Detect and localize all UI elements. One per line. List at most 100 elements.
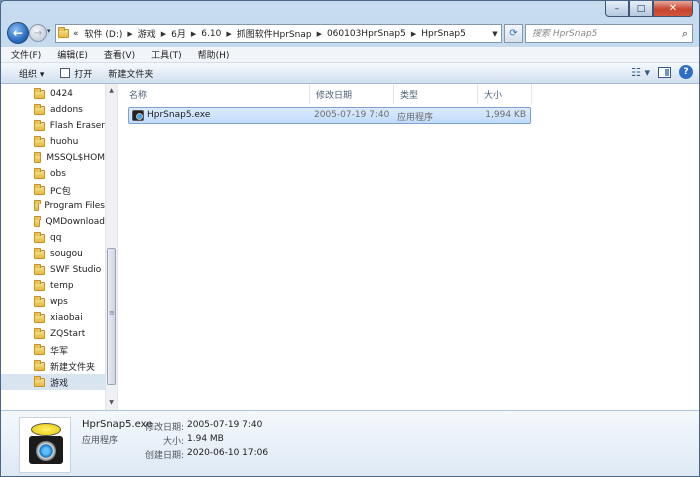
scroll-up-icon[interactable]: ▲ <box>106 84 117 96</box>
open-label: 打开 <box>74 69 93 80</box>
scroll-down-icon[interactable]: ▼ <box>106 396 117 408</box>
folder-icon <box>34 119 45 131</box>
tree-item-label: 游戏 <box>50 378 69 389</box>
scroll-thumb[interactable] <box>107 248 116 385</box>
search-input[interactable] <box>532 28 672 39</box>
menu-tools[interactable]: 工具(T) <box>141 48 188 61</box>
breadcrumb-separator-icon[interactable]: ▶ <box>189 30 198 38</box>
column-header-label: 大小 <box>484 90 503 101</box>
file-modified: 2005-07-19 7:40 <box>314 110 390 120</box>
details-created-label: 创建日期: <box>144 451 184 461</box>
folder-icon <box>34 359 45 371</box>
breadcrumb-games[interactable]: 游戏 <box>135 27 159 40</box>
column-header-modified[interactable]: 修改日期 <box>310 84 394 104</box>
maximize-button[interactable]: □ <box>629 1 653 17</box>
file-name: HprSnap5.exe <box>147 110 211 120</box>
tree-item-xiaobai[interactable]: xiaobai <box>1 310 105 326</box>
address-row: ← → ▾ « 软件 (D:) ▶ 游戏 ▶ 6月 ▶ 6.10 ▶ 抓图软件H… <box>1 19 699 47</box>
breadcrumb-separator-icon[interactable]: ▶ <box>409 30 418 38</box>
breadcrumb-drive[interactable]: 软件 (D:) <box>82 27 126 40</box>
recent-pages-dropdown[interactable]: ▾ <box>47 27 51 35</box>
tree-item-label: obs <box>50 169 66 179</box>
change-view-icon[interactable]: ☷ ▾ <box>631 66 650 79</box>
tree-item-addons[interactable]: addons <box>1 102 105 118</box>
nav-scrollbar[interactable]: ▲ ▼ <box>105 84 117 410</box>
breadcrumb-separator-icon[interactable]: ▶ <box>315 30 324 38</box>
tree-item-obs[interactable]: obs <box>1 166 105 182</box>
tree-item-sougou[interactable]: sougou <box>1 246 105 262</box>
tree-item-label: PC包 <box>50 186 71 197</box>
back-arrow-icon: ← <box>12 26 24 40</box>
open-button[interactable]: 打开 <box>52 63 100 84</box>
file-row[interactable]: HprSnap5.exe 2005-07-19 7:40 应用程序 1,994 … <box>128 107 531 124</box>
menu-view[interactable]: 查看(V) <box>94 48 141 61</box>
tree-item-label: SWF Studio <box>50 265 102 275</box>
toolbar-right: ☷ ▾ ? <box>631 65 693 79</box>
tree-item-label: QMDownload <box>45 217 105 227</box>
breadcrumb-6-10[interactable]: 6.10 <box>198 29 224 39</box>
back-button[interactable]: ← <box>7 22 29 44</box>
tree-item-temp[interactable]: temp <box>1 278 105 294</box>
tree-item-program-files[interactable]: Program Files <box>1 198 105 214</box>
preview-pane-icon[interactable] <box>658 66 671 78</box>
column-header-type[interactable]: 类型 <box>394 84 478 104</box>
tree-item-wps[interactable]: wps <box>1 294 105 310</box>
breadcrumb-separator-icon[interactable]: ▶ <box>125 30 134 38</box>
tree-item-zqstart[interactable]: ZQStart <box>1 326 105 342</box>
organize-button[interactable]: 组织 ▾ <box>1 63 52 84</box>
tree-item-huajun[interactable]: 华军 <box>1 342 105 358</box>
refresh-icon: ⟳ <box>509 28 518 39</box>
menu-file[interactable]: 文件(F) <box>1 48 47 61</box>
tree-item-pc-bao[interactable]: PC包 <box>1 182 105 198</box>
organize-label: 组织 ▾ <box>19 69 45 80</box>
folder-icon <box>58 27 69 38</box>
tree-item-label: sougou <box>50 249 83 259</box>
breadcrumb-060103hprsnap5[interactable]: 060103HprSnap5 <box>324 29 409 39</box>
folder-icon <box>34 311 45 323</box>
folder-icon <box>34 151 42 163</box>
folder-icon <box>34 247 45 259</box>
tree-item-label: xiaobai <box>50 313 83 323</box>
column-header-name[interactable]: 名称 <box>123 84 310 104</box>
tree-item-games[interactable]: 游戏 <box>1 374 105 390</box>
column-header-label: 修改日期 <box>316 90 353 101</box>
new-folder-button[interactable]: 新建文件夹 <box>100 63 161 84</box>
tree-item-mssql[interactable]: MSSQL$HOM <box>1 150 105 166</box>
address-bar[interactable]: « 软件 (D:) ▶ 游戏 ▶ 6月 ▶ 6.10 ▶ 抓图软件HprSnap… <box>55 24 502 43</box>
breadcrumb-hprsnap5[interactable]: HprSnap5 <box>418 29 469 39</box>
tree-item-swf-studio[interactable]: SWF Studio <box>1 262 105 278</box>
column-header-size[interactable]: 大小 <box>478 84 532 104</box>
breadcrumb-hprsnap-software[interactable]: 抓图软件HprSnap <box>234 27 315 40</box>
tree-item-qq[interactable]: qq <box>1 230 105 246</box>
address-dropdown-icon[interactable]: ▼ <box>489 25 501 42</box>
tree-item-flash-eraser[interactable]: Flash Eraser <box>1 118 105 134</box>
folder-icon <box>34 327 45 339</box>
menu-help[interactable]: 帮助(H) <box>188 48 236 61</box>
folder-icon <box>34 343 45 355</box>
help-icon[interactable]: ? <box>679 65 693 79</box>
search-box: ⌕ <box>525 24 693 43</box>
minimize-button[interactable]: – <box>605 1 629 17</box>
file-type: 应用程序 <box>397 113 434 123</box>
file-size: 1,994 KB <box>485 110 526 120</box>
folder-icon <box>34 375 45 387</box>
folder-icon <box>34 199 42 211</box>
tree-item-qmdownload[interactable]: QMDownload <box>1 214 105 230</box>
refresh-button[interactable]: ⟳ <box>504 24 523 43</box>
tree-item-huohu[interactable]: huohu <box>1 134 105 150</box>
forward-button[interactable]: → <box>29 24 47 42</box>
column-header-label: 名称 <box>129 90 148 101</box>
tree-item-new-folder[interactable]: 新建文件夹 <box>1 358 105 374</box>
breadcrumb-separator-icon[interactable]: ▶ <box>224 30 233 38</box>
caption-buttons: – □ ✕ <box>605 1 693 17</box>
breadcrumb-june[interactable]: 6月 <box>168 27 189 40</box>
menu-bar: 文件(F) 编辑(E) 查看(V) 工具(T) 帮助(H) <box>1 47 699 63</box>
tree-item-0424[interactable]: 0424 <box>1 86 105 102</box>
breadcrumb-separator-icon[interactable]: ▶ <box>159 30 168 38</box>
tree-item-label: qq <box>50 233 62 243</box>
breadcrumb-overflow[interactable]: « <box>72 29 82 39</box>
close-button[interactable]: ✕ <box>653 1 693 17</box>
tree-item-label: 新建文件夹 <box>50 362 96 373</box>
search-icon[interactable]: ⌕ <box>682 27 688 41</box>
menu-edit[interactable]: 编辑(E) <box>47 48 94 61</box>
